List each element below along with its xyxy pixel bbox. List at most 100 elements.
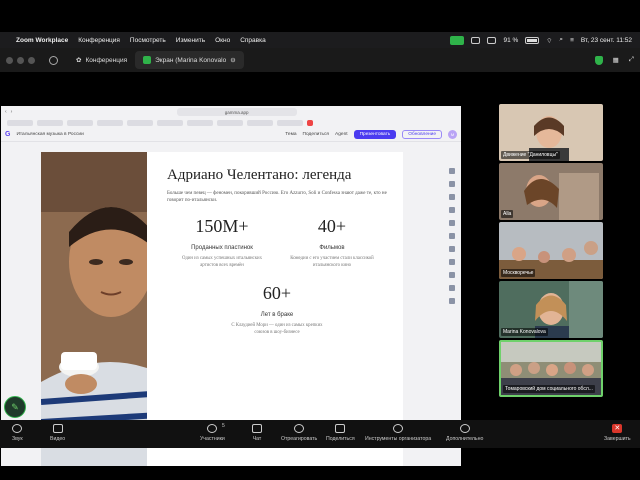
- battery-icon[interactable]: [525, 36, 540, 44]
- menubar-status-icon[interactable]: [471, 36, 481, 44]
- gamma-logo-icon[interactable]: G: [5, 131, 10, 138]
- share-doc-button[interactable]: Поделиться: [303, 132, 330, 137]
- wifi-icon[interactable]: ⌔: [546, 36, 552, 45]
- paw-icon: ✿: [76, 57, 82, 64]
- participant-name: Москворечье: [501, 269, 536, 277]
- zoom-camera-status-icon[interactable]: [450, 35, 465, 45]
- chat-label: Чат: [252, 436, 262, 442]
- slide-intro[interactable]: Больше чем певец — феномен, покоривший Р…: [167, 190, 387, 204]
- stat-number[interactable]: 150M+: [167, 216, 277, 237]
- share-screen-button[interactable]: Поделиться: [326, 420, 355, 442]
- annotate-pen-button[interactable]: ✎: [4, 396, 26, 418]
- layout-icon[interactable]: ▦: [613, 56, 619, 64]
- chat-button[interactable]: Чат: [252, 420, 262, 442]
- stat-label[interactable]: Лет в браке: [222, 312, 332, 318]
- browser-tab[interactable]: [97, 120, 123, 126]
- host-tools-label: Инструменты организатора: [365, 436, 432, 442]
- minimize-window-button[interactable]: [17, 56, 24, 64]
- browser-tab[interactable]: [37, 120, 63, 126]
- address-bar[interactable]: gamma.app: [176, 108, 297, 116]
- slide-title[interactable]: Адриано Челентано: легенда: [167, 166, 387, 184]
- agent-button[interactable]: Agent: [335, 132, 348, 137]
- user-avatar[interactable]: M: [448, 130, 457, 139]
- browser-tab[interactable]: [7, 120, 33, 126]
- stat-description[interactable]: Один из самых успешных итальянских артис…: [167, 256, 277, 269]
- share-label: Поделиться: [326, 436, 355, 442]
- gamma-toolbar: G Итальянская музыка в России Тема Подел…: [1, 128, 461, 142]
- browser-tab[interactable]: [127, 120, 153, 126]
- host-tools-button[interactable]: Инструменты организатора: [365, 420, 431, 442]
- tab-options-icon[interactable]: ⊖: [230, 56, 235, 64]
- pen-icon: ✎: [11, 401, 19, 412]
- search-icon[interactable]: ⌕: [559, 36, 563, 44]
- menu-edit[interactable]: Изменить: [176, 37, 205, 44]
- end-meeting-button[interactable]: ✕ Завершить: [604, 420, 631, 442]
- stat-marriage: 60+ Лет в браке С Клаудией Мори — один и…: [222, 283, 332, 336]
- menubar-display-icon[interactable]: [487, 36, 497, 44]
- chart-icon[interactable]: [449, 246, 455, 252]
- back-icon[interactable]: ‹: [5, 109, 7, 115]
- react-button[interactable]: Отреагировать: [281, 420, 317, 442]
- stat-description[interactable]: Комедии с его участием стали классикой и…: [277, 256, 387, 269]
- browser-tab[interactable]: [157, 120, 183, 126]
- participants-count: 5: [222, 423, 225, 429]
- zoom-window-button[interactable]: [28, 56, 35, 64]
- clock[interactable]: Вт, 23 сент. 11:52: [581, 37, 632, 44]
- zoom-icon[interactable]: [449, 220, 455, 226]
- update-button[interactable]: Обновление: [402, 130, 442, 139]
- browser-tab[interactable]: [67, 120, 93, 126]
- meeting-toolbar: Звук Видео Участники 5 Чат Отреагировать…: [0, 420, 640, 448]
- audio-label: Звук: [12, 436, 23, 442]
- participant-tile[interactable]: Движение "Даниловцы": [499, 104, 603, 161]
- grid-icon[interactable]: [449, 285, 455, 291]
- doc-title[interactable]: Итальянская музыка в России: [16, 132, 83, 137]
- browser-tab[interactable]: [247, 120, 273, 126]
- edit-icon[interactable]: [449, 298, 455, 304]
- browser-tab[interactable]: [277, 120, 303, 126]
- participant-tile[interactable]: Marina Konovalova: [499, 281, 603, 338]
- stat-label[interactable]: Фильмов: [277, 245, 387, 251]
- stat-description[interactable]: С Клаудией Мори — один из самых крепких …: [222, 323, 332, 336]
- close-icon: ✕: [612, 424, 623, 433]
- heart-icon: [294, 424, 305, 433]
- stat-number[interactable]: 60+: [222, 283, 332, 304]
- tab-conference[interactable]: ✿ Конференция: [68, 51, 135, 69]
- video-camera-icon: [52, 424, 63, 433]
- window-controls: [6, 56, 35, 64]
- stat-films: 40+ Фильмов Комедии с его участием стали…: [277, 216, 387, 269]
- info-icon[interactable]: [49, 55, 58, 65]
- present-button[interactable]: Презентовать: [353, 130, 397, 139]
- menu-conference[interactable]: Конференция: [78, 37, 120, 44]
- browser-tab[interactable]: [217, 120, 243, 126]
- celentano-photo: [41, 152, 147, 466]
- control-center-icon[interactable]: ≡: [570, 37, 574, 44]
- menu-view[interactable]: Посмотреть: [130, 37, 166, 44]
- theme-button[interactable]: Тема: [285, 132, 296, 137]
- tab-screen-share[interactable]: Экран (Marina Konovalo ⊖: [135, 51, 244, 69]
- participant-tile[interactable]: Alla: [499, 163, 603, 220]
- search-icon[interactable]: [449, 168, 455, 174]
- menu-help[interactable]: Справка: [240, 37, 266, 44]
- video-button[interactable]: Видео: [50, 420, 65, 442]
- close-window-button[interactable]: [6, 56, 13, 64]
- audio-button[interactable]: Звук: [12, 420, 23, 442]
- youtube-tab[interactable]: [307, 120, 313, 126]
- menu-window[interactable]: Окно: [215, 37, 230, 44]
- layout-icon[interactable]: [449, 272, 455, 278]
- active-speaker-tile[interactable]: Томаровский дом социального обсл...: [499, 340, 603, 397]
- stat-number[interactable]: 40+: [277, 216, 387, 237]
- card-icon[interactable]: [449, 194, 455, 200]
- stats-row: 150M+ Проданных пластинок Один из самых …: [167, 216, 387, 269]
- fullscreen-icon[interactable]: ⤢: [629, 56, 634, 64]
- forward-icon[interactable]: ›: [11, 109, 13, 115]
- table-icon[interactable]: [449, 259, 455, 265]
- text-icon[interactable]: [449, 181, 455, 187]
- more-button[interactable]: Дополнительно: [446, 420, 483, 442]
- participant-tile[interactable]: Москворечье: [499, 222, 603, 279]
- image-icon[interactable]: [449, 207, 455, 213]
- browser-tab[interactable]: [187, 120, 213, 126]
- shapes-icon[interactable]: [449, 233, 455, 239]
- stat-label[interactable]: Проданных пластинок: [167, 245, 277, 251]
- security-shield-icon[interactable]: [594, 55, 603, 65]
- menu-app-name[interactable]: Zoom Workplace: [16, 37, 68, 44]
